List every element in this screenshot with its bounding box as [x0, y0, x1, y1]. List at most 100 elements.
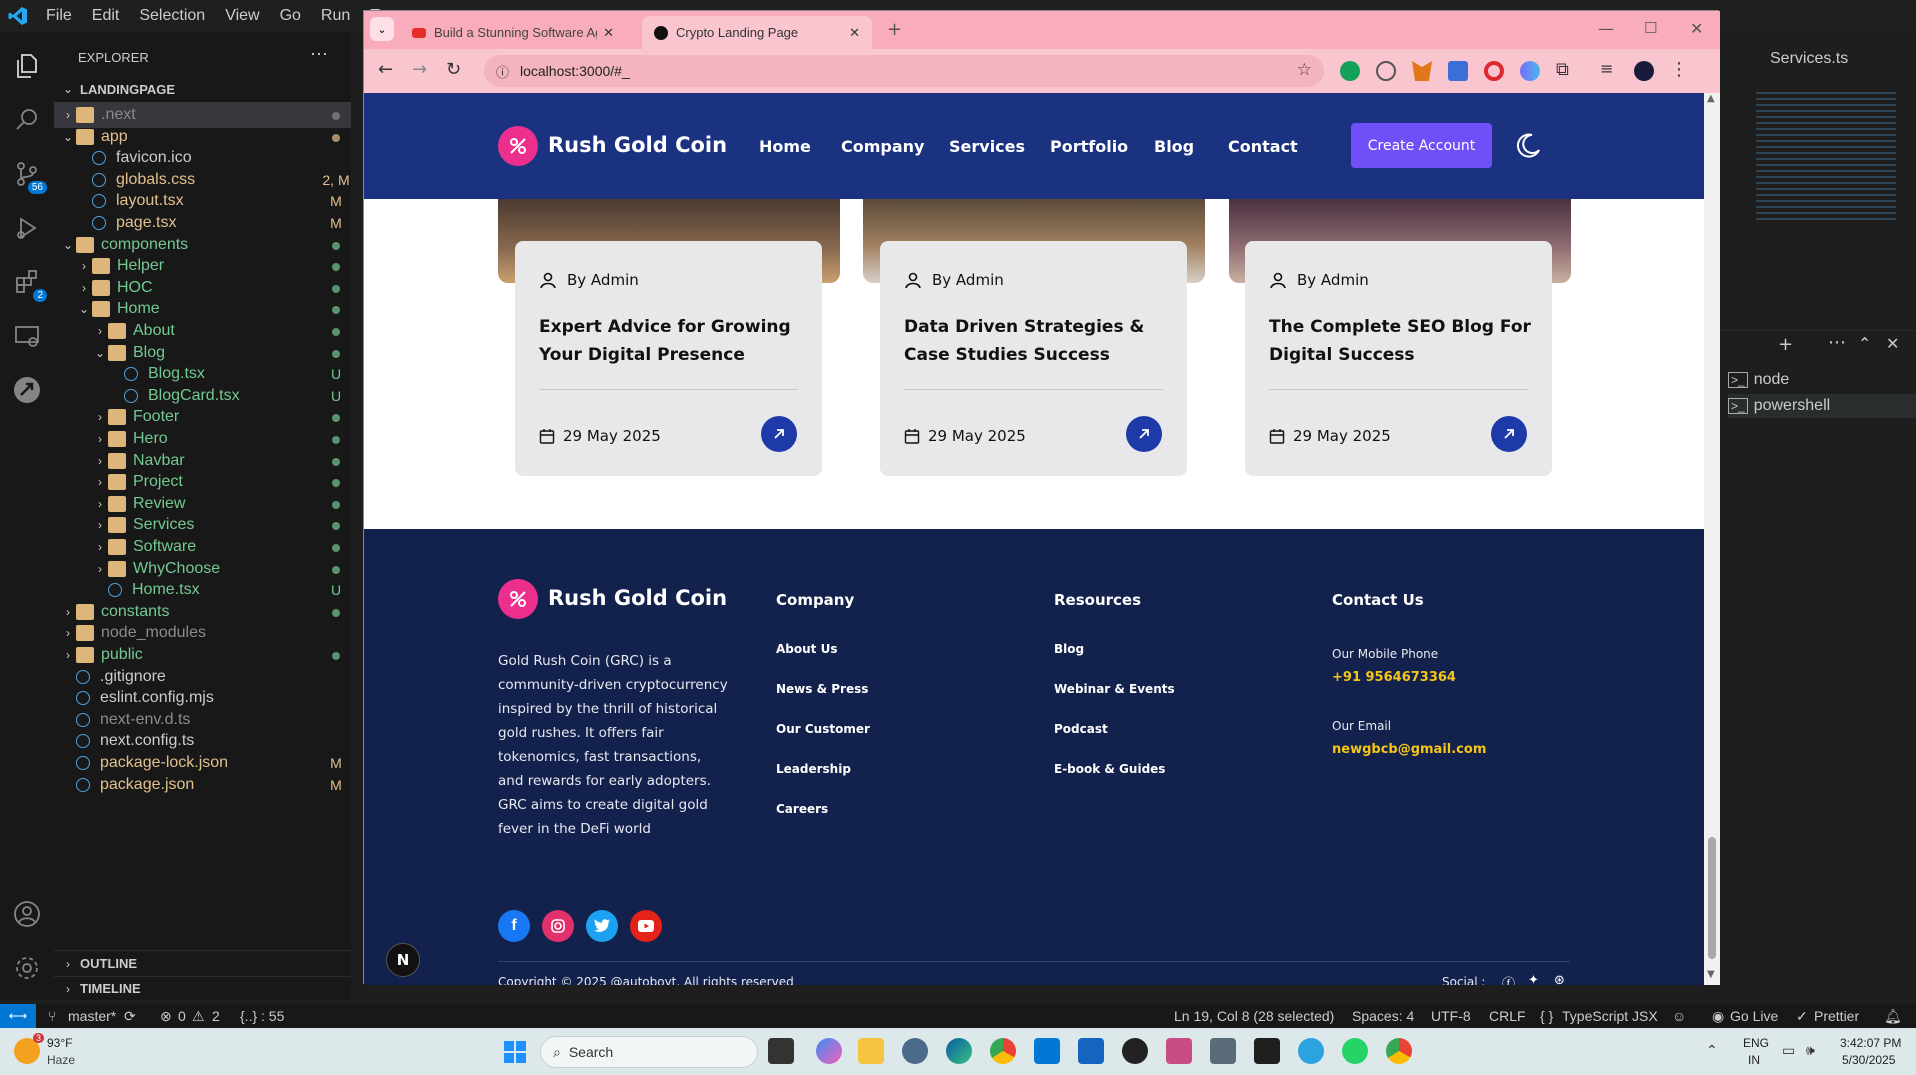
- terminal-node[interactable]: >_ node: [1728, 368, 1916, 392]
- search-icon[interactable]: [11, 104, 43, 136]
- minimap[interactable]: [1756, 92, 1896, 222]
- nav-home[interactable]: Home: [759, 137, 811, 156]
- notification-bell-icon[interactable]: 🔔︎: [1884, 1008, 1902, 1025]
- weather-temp[interactable]: 93°F: [47, 1036, 72, 1050]
- files-icon[interactable]: [11, 50, 43, 82]
- account-icon[interactable]: [11, 898, 43, 930]
- prettier-icon[interactable]: ✓: [1796, 1008, 1808, 1025]
- error-count[interactable]: 0: [178, 1008, 186, 1024]
- terminal-taskbar-icon[interactable]: [1254, 1038, 1280, 1064]
- blog-card[interactable]: By Admin Expert Advice for Growing Your …: [515, 241, 822, 476]
- blog-title[interactable]: The Complete SEO Blog For Digital Succes…: [1269, 313, 1539, 369]
- tab-build-software[interactable]: Build a Stunning Software Agen ✕: [400, 16, 626, 49]
- minimize-icon[interactable]: —: [1598, 19, 1614, 38]
- input-region[interactable]: IN: [1748, 1053, 1760, 1067]
- footer-brand-logo-icon[interactable]: [498, 579, 538, 619]
- dark-mode-moon-icon[interactable]: [1514, 131, 1542, 159]
- opera-extension-icon[interactable]: [1484, 61, 1504, 81]
- close-tab-icon[interactable]: ✕: [603, 25, 614, 41]
- footer-link-leadership[interactable]: Leadership: [776, 762, 851, 776]
- nav-services[interactable]: Services: [949, 137, 1025, 156]
- file-explorer-icon[interactable]: [858, 1038, 884, 1064]
- blog-title[interactable]: Expert Advice for Growing Your Digital P…: [539, 313, 809, 369]
- facebook-icon[interactable]: f: [498, 910, 530, 942]
- brand-logo-icon[interactable]: [498, 126, 538, 166]
- indentation[interactable]: Spaces: 4: [1352, 1008, 1414, 1024]
- editor-tab-services[interactable]: Services.ts: [1770, 50, 1848, 68]
- notes-icon[interactable]: [1078, 1038, 1104, 1064]
- tray-chevron-up-icon[interactable]: ⌃: [1706, 1042, 1718, 1059]
- scrollbar-thumb[interactable]: [1708, 837, 1716, 959]
- encoding[interactable]: UTF-8: [1431, 1008, 1471, 1024]
- run-debug-icon[interactable]: [11, 212, 43, 244]
- extension-icon[interactable]: [1376, 61, 1396, 81]
- settings-gear-icon[interactable]: [11, 952, 43, 984]
- taskbar-search[interactable]: ⌕ Search: [540, 1036, 758, 1068]
- media-control-icon[interactable]: ≡: [1600, 59, 1613, 78]
- blog-card[interactable]: By Admin Data Driven Strategies & Case S…: [880, 241, 1187, 476]
- blog-card[interactable]: By Admin The Complete SEO Blog For Digit…: [1245, 241, 1552, 476]
- calculator-icon[interactable]: [1210, 1038, 1236, 1064]
- footer-facebook-icon[interactable]: ⓕ: [1502, 973, 1515, 985]
- volume-icon[interactable]: 🕪︎: [1806, 1042, 1815, 1059]
- terminal-powershell[interactable]: >_ powershell: [1728, 394, 1916, 418]
- clock-time[interactable]: 3:42:07 PM: [1840, 1036, 1901, 1050]
- forward-icon[interactable]: →: [412, 59, 427, 80]
- back-icon[interactable]: ←: [378, 59, 393, 80]
- project-header[interactable]: ⌄ LANDINGPAGE: [54, 78, 351, 100]
- grammarly-extension-icon[interactable]: [1340, 61, 1360, 81]
- line-ending[interactable]: CRLF: [1489, 1008, 1526, 1024]
- gitlens-icon[interactable]: [11, 374, 43, 406]
- input-language[interactable]: ENG: [1743, 1036, 1769, 1050]
- prettier[interactable]: Prettier: [1814, 1008, 1859, 1024]
- vscode-taskbar-icon[interactable]: [1034, 1038, 1060, 1064]
- footer-link-ebook[interactable]: E-book & Guides: [1054, 762, 1165, 776]
- menu-selection[interactable]: Selection: [129, 7, 215, 25]
- cursor-position[interactable]: Ln 19, Col 8 (28 selected): [1174, 1008, 1334, 1024]
- explorer-more-icon[interactable]: ⋯: [310, 44, 328, 65]
- bookmark-star-icon[interactable]: ☆: [1297, 60, 1312, 80]
- edge-icon[interactable]: [946, 1038, 972, 1064]
- task-view-icon[interactable]: [768, 1038, 794, 1064]
- language-mode[interactable]: TypeScript JSX: [1562, 1008, 1658, 1024]
- weather-icon[interactable]: 3: [14, 1033, 44, 1064]
- remote-indicator-icon[interactable]: ⟷: [0, 1004, 36, 1028]
- create-account-button[interactable]: Create Account: [1351, 123, 1492, 168]
- telegram-icon[interactable]: [1298, 1038, 1324, 1064]
- profile-avatar[interactable]: [1634, 61, 1654, 81]
- chrome-profile-icon[interactable]: [1386, 1038, 1412, 1064]
- source-control-icon[interactable]: 56: [11, 158, 47, 194]
- timeline-section[interactable]: › TIMELINE: [54, 976, 351, 1000]
- reload-icon[interactable]: ↻: [446, 59, 461, 80]
- windows-start-icon[interactable]: [504, 1041, 526, 1063]
- error-icon[interactable]: ⊗: [160, 1008, 172, 1025]
- email-address[interactable]: newgbcb@gmail.com: [1332, 742, 1486, 757]
- read-more-button[interactable]: [1126, 416, 1162, 452]
- instagram-icon[interactable]: [542, 910, 574, 942]
- new-terminal-icon[interactable]: +: [1778, 334, 1793, 355]
- menu-file[interactable]: File: [36, 7, 82, 25]
- git-branch[interactable]: master*: [68, 1008, 116, 1024]
- footer-link-about[interactable]: About Us: [776, 642, 837, 656]
- footer-link-blog[interactable]: Blog: [1054, 642, 1084, 656]
- address-bar[interactable]: ⓘ localhost:3000/#_ ☆: [484, 55, 1324, 87]
- read-more-button[interactable]: [761, 416, 797, 452]
- panel-more-icon[interactable]: ⋯: [1828, 332, 1846, 353]
- ai-extension-icon[interactable]: [1520, 61, 1540, 81]
- page-scrollbar[interactable]: ▲ ▼: [1704, 93, 1720, 985]
- new-tab-icon[interactable]: +: [887, 19, 902, 40]
- go-live-icon[interactable]: ◉: [1712, 1008, 1724, 1025]
- nav-company[interactable]: Company: [841, 137, 924, 156]
- footer-link-podcast[interactable]: Podcast: [1054, 722, 1108, 736]
- outline-section[interactable]: › OUTLINE: [54, 950, 351, 976]
- footer-link-webinar[interactable]: Webinar & Events: [1054, 682, 1175, 696]
- menu-view[interactable]: View: [215, 7, 269, 25]
- git-branch-icon[interactable]: ⑂: [48, 1008, 56, 1024]
- warning-icon[interactable]: ⚠: [192, 1008, 205, 1025]
- copilot-taskbar-icon[interactable]: [816, 1038, 842, 1064]
- close-tab-icon[interactable]: ✕: [849, 25, 860, 41]
- close-panel-icon[interactable]: ✕: [1886, 334, 1899, 353]
- footer-link-careers[interactable]: Careers: [776, 802, 828, 816]
- nav-portfolio[interactable]: Portfolio: [1050, 137, 1128, 156]
- whatsapp-icon[interactable]: [1342, 1038, 1368, 1064]
